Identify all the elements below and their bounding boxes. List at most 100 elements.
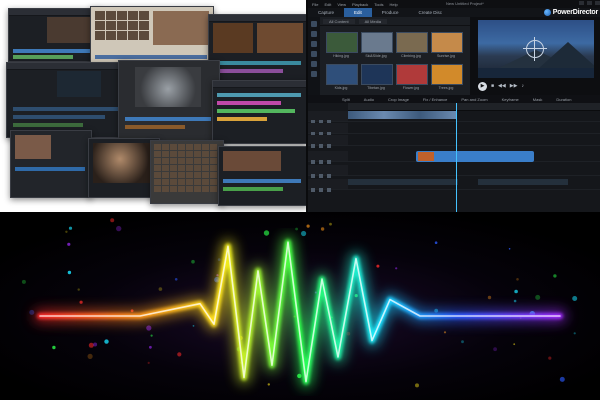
sparkle-dot [67,242,71,246]
menu-tools[interactable]: Tools [374,2,383,7]
particle-room-icon[interactable] [311,51,317,57]
audio-clip[interactable] [348,179,458,185]
sparkle-dot [174,278,178,281]
room-sidebar [308,17,320,95]
sparkle-dot [508,248,511,250]
library-item-label: Kids.jpg [334,86,348,90]
sparkle-dot [434,241,438,244]
menu-help[interactable]: Help [390,2,398,7]
library-item[interactable]: Tibetan.jpg [361,64,393,90]
editor-screenshot-5 [118,60,220,148]
timeline-track [308,135,600,148]
play-button[interactable]: ▶ [478,81,487,91]
library-item[interactable]: Hiking.jpg [326,32,358,58]
tool-audio[interactable]: Audio [364,97,374,102]
sparkle-dot [192,325,195,327]
title-room-icon[interactable] [311,61,317,67]
sparkle-dot [158,287,163,291]
editor-screenshot-9 [150,140,224,204]
effect-room-icon[interactable] [311,31,317,37]
transition-room-icon[interactable] [311,71,317,77]
close-button[interactable] [595,1,600,5]
image-clip[interactable] [416,151,534,162]
sparkle-dot [513,299,517,303]
sparkle-dot [415,383,419,388]
stop-icon[interactable]: ■ [491,83,494,89]
library-item[interactable]: Trees.jpg [431,64,463,90]
tool-mask[interactable]: Mask [533,97,543,102]
window-controls [579,1,600,5]
media-room-icon[interactable] [311,21,317,27]
powerdirector-brand: PowerDirector [543,8,598,17]
sparkle-dot [191,259,195,264]
library-toolbar: All Content All Media [320,17,470,26]
tool-duration[interactable]: Duration [556,97,571,102]
volume-icon[interactable]: ♪ [521,83,524,89]
editor-screenshot-10 [218,146,308,206]
tool-keyframe[interactable]: Keyframe [502,97,519,102]
sparkle-dot [104,339,109,344]
sparkle-dot [149,345,152,349]
sparkle-dot [21,279,26,284]
timeline-playhead[interactable] [456,103,457,212]
video-clip[interactable] [348,111,456,119]
timeline-track [308,165,600,178]
sparkle-dot [116,225,122,232]
sparkle-dot [513,343,516,346]
sparkle-dot [301,230,307,237]
library-item-label: Climbing.jpg [401,54,421,58]
library-item[interactable]: Kids.jpg [326,64,358,90]
preview-panel: ▶ ■ ◀◀ ▶▶ ♪ [470,17,600,95]
tab-capture[interactable]: Capture [308,8,344,17]
menu-playback[interactable]: Playback [352,2,368,7]
powerdirector-logo-icon [543,9,551,16]
sparkle-dot [516,278,519,281]
sparkle-dot [110,218,115,223]
screenshot-collage: File Edit View Playback Tools Help New U… [0,0,600,212]
sparkle-dot [493,347,497,352]
tab-create-disc[interactable]: Create Disc [409,8,453,17]
media-type-dropdown[interactable]: All Media [358,18,388,24]
preview-screen [478,20,594,78]
minimize-button[interactable] [579,1,584,5]
library-item[interactable]: Sunrise.jpg [431,32,463,58]
library-grid: Hiking.jpg Ski&Slide.jpg Climbing.jpg Su… [320,26,470,96]
powerdirector-window: File Edit View Playback Tools Help New U… [306,0,600,212]
tab-edit[interactable]: Edit [344,8,372,17]
sparkle-dot [329,222,332,226]
sparkle-dot [320,227,325,231]
editor-screenshot-6 [212,80,308,144]
playback-controls: ▶ ■ ◀◀ ▶▶ ♪ [478,81,594,91]
maximize-button[interactable] [587,1,592,5]
sparkle-dot [67,270,72,275]
library-item-label: Ski&Slide.jpg [365,54,387,58]
sparkle-dot [150,334,153,337]
sparkle-dot [79,300,83,304]
editor-screenshot-7 [10,130,92,198]
library-item[interactable]: Flower.jpg [396,64,428,90]
content-filter-dropdown[interactable]: All Content [323,18,355,24]
tool-pan-zoom[interactable]: Pan and Zoom [461,97,487,102]
tool-crop-image[interactable]: Crop Image [388,97,409,102]
brand-name: PowerDirector [552,9,598,16]
next-frame-icon[interactable]: ▶▶ [510,83,518,89]
timeline-toolbar: Split Audio Crop Image Fix / Enhance Pan… [308,95,600,103]
timeline-ruler[interactable] [348,103,600,111]
audio-clip[interactable] [478,179,568,185]
library-item[interactable]: Ski&Slide.jpg [361,32,393,58]
menu-file[interactable]: File [312,2,318,7]
tool-split[interactable]: Split [342,97,350,102]
tool-fix-enhance[interactable]: Fix / Enhance [423,97,447,102]
sparkle-dot [295,227,298,231]
menu-edit[interactable]: Edit [324,2,331,7]
sparkle-dot [553,274,557,278]
tab-produce[interactable]: Produce [372,8,409,17]
sparkle-dot [461,340,464,344]
media-library: All Content All Media Hiking.jpg Ski&Sli… [320,17,470,95]
library-item[interactable]: Climbing.jpg [396,32,428,58]
previous-frame-icon[interactable]: ◀◀ [498,83,506,89]
sparkle-dot [267,383,270,386]
crosshair-icon [523,37,547,61]
menu-view[interactable]: View [337,2,346,7]
pip-room-icon[interactable] [311,41,317,47]
